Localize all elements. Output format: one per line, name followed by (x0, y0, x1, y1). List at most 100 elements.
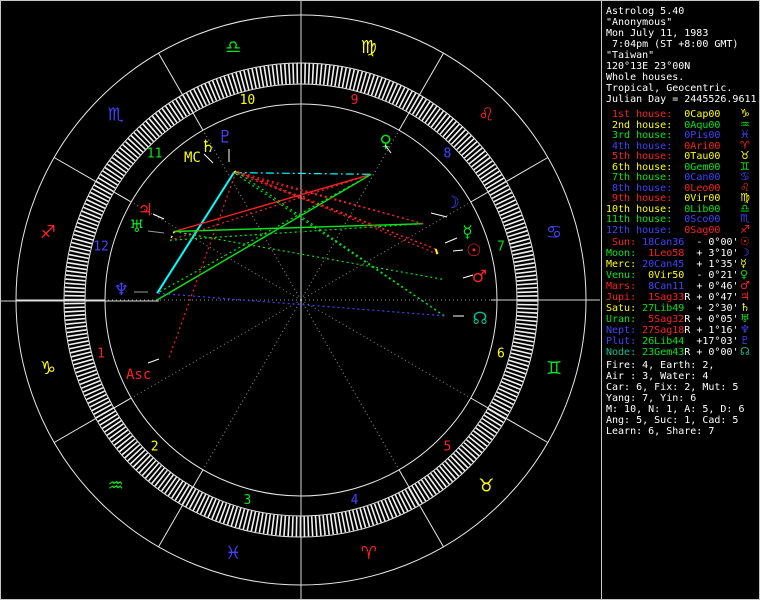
summary-line: Learn: 6, Share: 7 (606, 426, 758, 437)
cusp-radial-dotted (131, 202, 301, 300)
summary-line: Ang: 5, Suc: 1, Cad: 5 (606, 415, 758, 426)
header-line: 7:04pm (ST +8:00 GMT) (606, 39, 758, 50)
planet-row: Merc: 20Can45 + 1°35'☿ (606, 259, 758, 270)
planet-glyph-icon: ☊ (740, 346, 750, 357)
cusp-radial-dotted (131, 300, 301, 398)
sign-pisces-icon: ♓ (225, 543, 241, 564)
planet-row: Uran: 5Sag32R + 0°05'♅ (606, 314, 758, 325)
house-number-6: 6 (497, 347, 505, 362)
planet-uran-icon: ♅ (129, 217, 144, 237)
summary-line: Car: 6, Fix: 2, Mut: 5 (606, 382, 758, 393)
cusp-radial-dotted (203, 300, 301, 470)
aspect-line-Moon-Satu (234, 173, 423, 224)
header-line: "Anonymous" (606, 17, 758, 28)
planet-row: Nept: 27Sag18R + 1°16'♆ (606, 325, 758, 336)
aspect-line (169, 172, 236, 358)
aspect-line-Jupi-Uran (170, 232, 174, 241)
aspect-line-Moon-Plut (236, 171, 423, 223)
house-number-1: 1 (97, 347, 105, 362)
angle-label-mc: MC (184, 150, 201, 166)
angle-label-asc: Asc (126, 367, 151, 383)
summary-line: Yang: 7, Yin: 6 (606, 393, 758, 404)
sign-virgo-icon: ♍ (361, 37, 377, 58)
planet-nept-icon: ♆ (114, 280, 129, 300)
planet-row: Satu: 27Lib49 + 2°30'♄ (606, 303, 758, 314)
header-line: Whole houses. (606, 72, 758, 83)
planet-pointer-dash (148, 231, 164, 233)
cusp-radial-dotted (203, 130, 301, 300)
planet-pointer-dash (148, 359, 159, 363)
header-line: Tropical, Geocentric. (606, 83, 758, 94)
cusp-radial-dotted (301, 130, 399, 300)
cusp-radial-dotted (301, 300, 399, 470)
planet-row: Sun: 18Can36 - 0°00'☉ (606, 237, 758, 248)
header-line: Astrolog 5.40 (606, 6, 758, 17)
chart-header: Astrolog 5.40"Anonymous"Mon July 11, 198… (606, 6, 758, 105)
sign-libra-icon: ♎ (225, 37, 241, 58)
planet-merc-icon: ☿ (462, 222, 472, 242)
summary-line: Air : 3, Water: 4 (606, 371, 758, 382)
aspect-line-Satu-Nept (157, 173, 234, 294)
chart-wheel-pane: ♈♉♊♋♌♍♎♏♐♑♒♓123456789101112☉☽☿♀♂♃♄♅♆♇☊MC… (1, 1, 600, 599)
sign-aquarius-icon: ♒ (108, 475, 124, 496)
chart-wheel: ♈♉♊♋♌♍♎♏♐♑♒♓123456789101112☉☽☿♀♂♃♄♅♆♇☊MC… (1, 1, 600, 599)
planet-row: Plut: 26Lib44 +17°03'♇ (606, 336, 758, 347)
cusp-radial-dotted (301, 300, 471, 398)
aspect-line-Satu-Venu (234, 173, 371, 175)
header-line: 120°13E 23°00N (606, 61, 758, 72)
sign-cancer-icon: ♋ (546, 222, 562, 243)
house-number-7: 7 (497, 239, 505, 254)
house-number-5: 5 (443, 439, 451, 454)
sign-gemini-icon: ♊ (546, 358, 562, 379)
house-cusp-list: 1st house: 0Cap00♑ 2nd house: 0Aqu00♒ 3r… (606, 110, 758, 236)
planet-pointer-dash (453, 250, 463, 251)
sign-leo-icon: ♌ (478, 105, 494, 126)
summary-line: M: 10, N: 1, A: 5, D: 6 (606, 404, 758, 415)
planet-row: Node: 23Gem43R + 0°00'☊ (606, 347, 758, 358)
sign-scorpio-icon: ♏ (108, 105, 124, 126)
header-line: Mon July 11, 1983 (606, 28, 758, 39)
house-number-4: 4 (351, 493, 359, 508)
planet-position-list: Sun: 18Can36 - 0°00'☉Moon: 1Leo58 + 3°10… (606, 237, 758, 358)
planet-venu-icon: ♀ (380, 132, 392, 152)
sign-aries-icon: ♈ (361, 543, 377, 564)
house-cusp-spoke (54, 158, 131, 203)
info-sidebar: Astrolog 5.40"Anonymous"Mon July 11, 198… (601, 1, 760, 599)
house-number-9: 9 (351, 93, 359, 108)
planet-sun-icon: ☉ (466, 241, 481, 261)
planet-row: Jupi: 1Sag33R + 0°47'♃ (606, 292, 758, 303)
aspect-line-Jupi-Mars (174, 232, 443, 280)
house-number-3: 3 (244, 493, 252, 508)
planet-plut-icon: ♇ (218, 128, 233, 148)
planet-row: Venu: 0Vir50 - 0°21'♀ (606, 270, 758, 281)
planet-moon-icon: ☽ (445, 193, 460, 213)
planet-row: Mars: 8Can11 + 0°46'♂ (606, 281, 758, 292)
planet-row: Moon: 1Leo58 + 3°10'☽ (606, 248, 758, 259)
house-number-12: 12 (93, 239, 109, 254)
house-cusp-spoke (399, 53, 444, 130)
header-line: Julian Day = 2445526.9611 (606, 94, 758, 105)
planet-pointer-dash (431, 213, 447, 217)
summary-line: Fire: 4, Earth: 2, (606, 360, 758, 371)
house-cusp-spoke (471, 398, 548, 443)
house-number-8: 8 (443, 147, 451, 162)
element-summary: Fire: 4, Earth: 2,Air : 3, Water: 4Car: … (606, 360, 758, 437)
planet-mars-icon: ♂ (472, 267, 487, 287)
planet-node-icon: ☊ (473, 309, 488, 329)
house-number-10: 10 (240, 93, 256, 108)
astrolog-window: ♈♉♊♋♌♍♎♏♐♑♒♓123456789101112☉☽☿♀♂♃♄♅♆♇☊MC… (0, 0, 760, 600)
house-number-2: 2 (151, 439, 159, 454)
sign-sagittarius-icon: ♐ (40, 222, 56, 243)
aspect-line-Merc-Plut (236, 171, 435, 249)
sign-glyph-icon: ♐ (740, 225, 750, 236)
planet-satu-icon: ♄ (200, 137, 215, 157)
aspect-line-Jupi-Moon (174, 224, 423, 232)
house-row: 12th house: 0Sag00♐ (606, 226, 758, 237)
aspect-line-Asc-Venu (157, 174, 371, 300)
header-line: "Taiwan" (606, 50, 758, 61)
sign-taurus-icon: ♉ (478, 475, 494, 496)
house-cusp-spoke (159, 470, 204, 547)
sign-capricorn-icon: ♑ (40, 358, 56, 379)
planet-pointer-dash (445, 238, 457, 243)
house-number-11: 11 (147, 147, 163, 162)
